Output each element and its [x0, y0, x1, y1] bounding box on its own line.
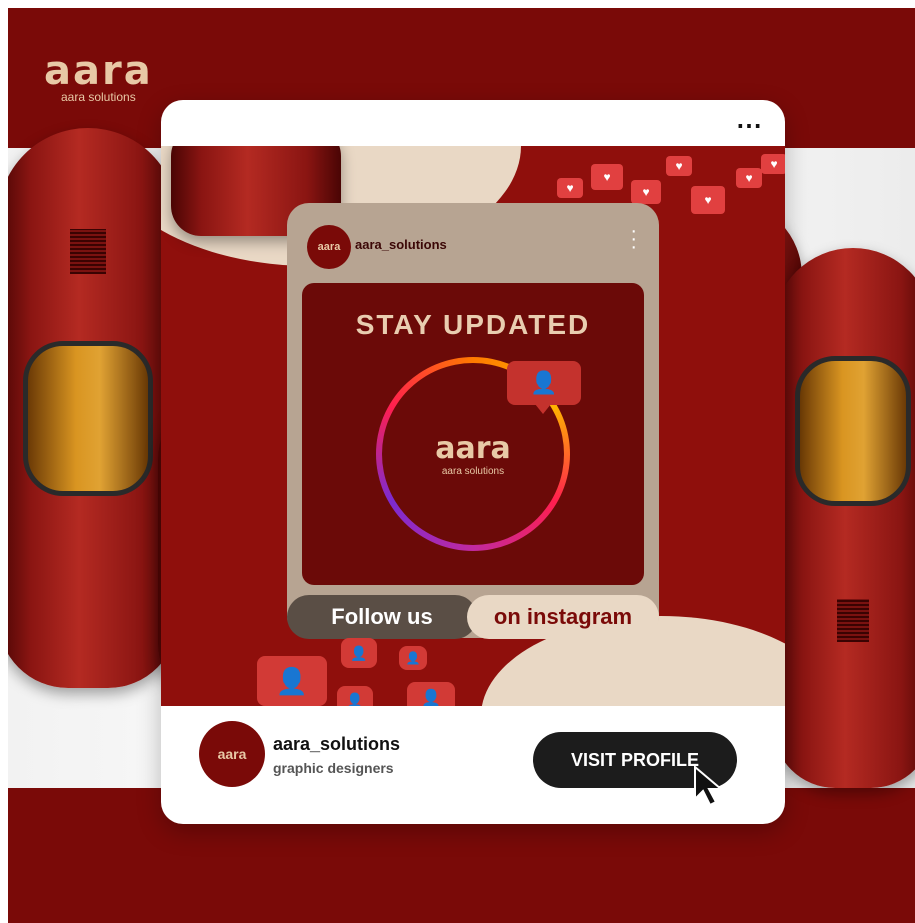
more-options-icon[interactable]: ⋯: [736, 110, 763, 141]
profile-username[interactable]: aara_solutions: [273, 734, 400, 755]
ring-logo-mark: aara: [435, 431, 511, 466]
like-heart-icon: ♥: [736, 168, 762, 188]
follow-us-label: Follow us: [287, 595, 477, 639]
profile-avatar[interactable]: aara: [199, 721, 265, 787]
logo-mark: aara: [44, 48, 153, 94]
user-notification-icon: 👤: [257, 656, 327, 706]
instagram-post-card: ⋯ ♥ ♥ ♥ ♥ ♥ ♥ ♥ aara aara_solutions · · · …: [161, 100, 785, 824]
car-image-left: [8, 128, 178, 688]
user-notification-icon: 👤: [341, 638, 377, 668]
brand-logo: aara aara solutions: [44, 48, 153, 104]
like-heart-icon: ♥: [666, 156, 692, 176]
headline: STAY UPDATED: [355, 309, 591, 340]
post-content: STAY UPDATED aara aara solutions 👤: [302, 283, 644, 585]
user-notification-icon: 👤: [337, 686, 373, 706]
instagram-label: on instagram: [467, 595, 659, 639]
profile-subtitle: graphic designers: [273, 760, 394, 776]
ring-logo-subtitle: aara solutions: [441, 466, 505, 477]
cursor-icon: [694, 765, 724, 807]
post-image: ♥ ♥ ♥ ♥ ♥ ♥ ♥ aara aara_solutions · · · ST…: [161, 146, 785, 706]
like-heart-icon: ♥: [631, 180, 661, 204]
like-heart-icon: ♥: [557, 178, 583, 198]
car-image-right: [773, 248, 915, 788]
like-heart-icon: ♥: [691, 186, 725, 214]
like-heart-icon: ♥: [761, 154, 785, 174]
follower-notification-icon: 👤: [507, 361, 581, 414]
user-notification-icon: 👤: [407, 682, 455, 706]
like-heart-icon: ♥: [591, 164, 623, 190]
post-options-icon: · · ·: [630, 220, 637, 258]
mock-post: aara aara_solutions · · · STAY UPDATED aar…: [287, 203, 659, 639]
post-avatar: aara: [307, 225, 351, 269]
post-username: aara_solutions: [355, 237, 447, 252]
user-notification-icon: 👤: [399, 646, 427, 670]
